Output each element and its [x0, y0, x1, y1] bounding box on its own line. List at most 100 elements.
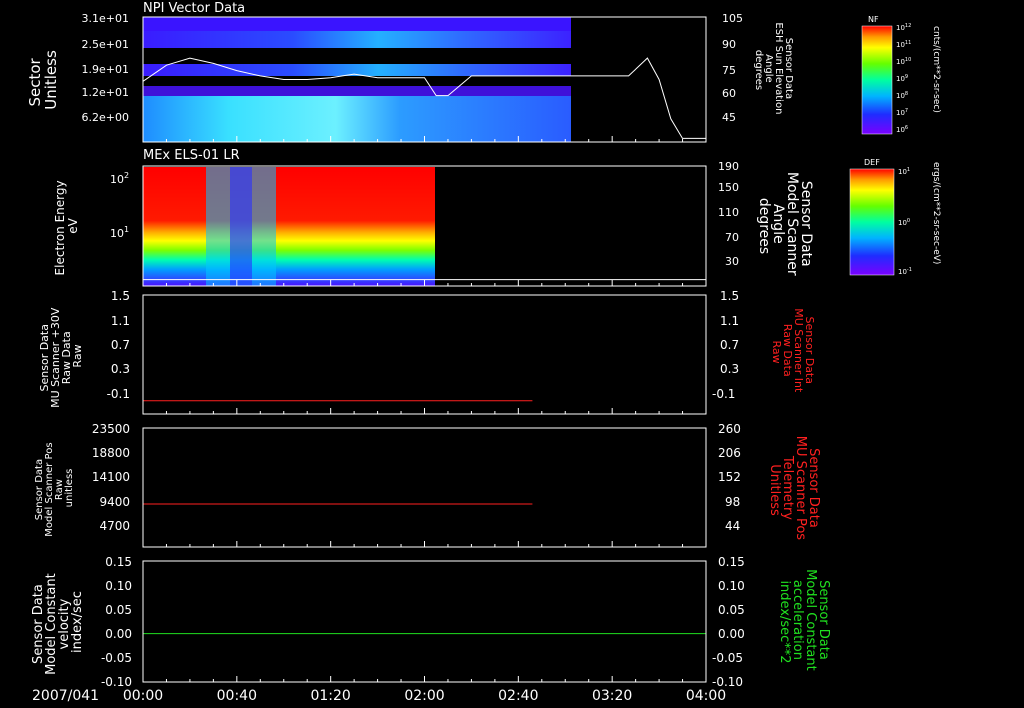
- els-gap-core: [230, 167, 252, 286]
- tick-label: 0.05: [718, 603, 745, 617]
- tick-label: 75: [722, 64, 736, 77]
- panel-mu-scanner-30v: Sensor Data MU Scanner +30V Raw Data Raw…: [38, 289, 816, 415]
- els-heatmap: [143, 167, 435, 286]
- colorbar-unit: cnts/(cm**2-sr-sec): [931, 26, 941, 113]
- time-tick-label: 03:20: [592, 688, 632, 704]
- panel-els: MEx ELS-01 LR Electron Energy eV 102 101…: [53, 148, 814, 287]
- tick-label: 0.15: [105, 555, 132, 569]
- tick-label: 30: [725, 255, 739, 268]
- tick-label: 0.05: [105, 603, 132, 617]
- tick-label: 100: [898, 218, 910, 227]
- tick-label: 101: [898, 167, 910, 176]
- colorbar-label: NF: [868, 15, 879, 24]
- time-tick-label: 04:00: [686, 688, 726, 704]
- tick-label: 108: [896, 91, 908, 100]
- left-ticks: 0.15 0.10 0.05 0.00 -0.05 -0.10: [101, 555, 132, 689]
- left-axis-label: Sensor Data Model Scanner Pos Raw unitle…: [34, 439, 75, 536]
- tick-label: 0.10: [105, 579, 132, 593]
- date-label: 2007/041: [32, 688, 99, 704]
- panel-npi: NPI Vector Data Sector Unitless 3.1e+01 …: [26, 1, 794, 143]
- tick-label: 18800: [92, 446, 130, 460]
- right-axis-label: Sensor Data Model Scanner Angle degrees: [756, 172, 814, 280]
- npi-band-5: [143, 86, 571, 96]
- tick-label: 190: [718, 160, 739, 173]
- els-spectrogram: [143, 167, 435, 286]
- colorbar-ticks: 101 100 10-1: [898, 167, 912, 276]
- tick-label: -0.05: [712, 651, 743, 665]
- left-ticks: 23500 18800 14100 9400 4700: [92, 422, 130, 533]
- npi-band-top: [143, 17, 571, 31]
- tick-label: 152: [718, 470, 741, 484]
- tick-label: 1.1: [111, 314, 130, 328]
- tick-label: 6.2e+00: [82, 111, 129, 124]
- plot-frame: [142, 560, 707, 683]
- colorbar: [849, 168, 895, 276]
- tick-label: 150: [718, 181, 739, 194]
- left-ticks: 3.1e+01 2.5e+01 1.9e+01 1.2e+01 6.2e+00: [82, 12, 129, 124]
- left-axis-label: Sector Unitless: [26, 50, 60, 110]
- left-ticks: 102 101: [110, 171, 129, 240]
- tick-label: -0.05: [101, 651, 132, 665]
- right-axis-label: Sensor Data ESH Sun Elevation Angle degr…: [753, 22, 794, 117]
- tick-label: 3.1e+01: [82, 12, 129, 25]
- plot-frame: [142, 294, 707, 415]
- tick-label: 0.3: [111, 362, 130, 376]
- panel-model-constant: Sensor Data Model Constant velocity inde…: [31, 555, 831, 689]
- left-axis-label: Electron Energy eV: [53, 177, 80, 276]
- tick-label: 70: [725, 231, 739, 244]
- tick-label: 98: [725, 495, 740, 509]
- tick-label: 90: [722, 38, 736, 51]
- tick-label: 0.7: [720, 338, 739, 352]
- tick-label: 0.7: [111, 338, 130, 352]
- tick-label: 1012: [896, 23, 911, 32]
- time-tick-label: 02:00: [404, 688, 444, 704]
- colorbar-def: DEF 101 100 10-1 ergs/(cm**2-sr-sec-eV): [849, 158, 941, 276]
- npi-band-4: [143, 96, 571, 142]
- npi-band-2: [143, 31, 571, 48]
- tick-label: 102: [110, 171, 129, 186]
- tick-label: 23500: [92, 422, 130, 436]
- panel-title: NPI Vector Data: [143, 1, 245, 16]
- tick-label: -0.10: [712, 675, 743, 689]
- tick-label: 0.3: [720, 362, 739, 376]
- tick-label: 45: [722, 111, 736, 124]
- colorbar-label: DEF: [864, 158, 880, 167]
- panel-scanner-pos: Sensor Data Model Scanner Pos Raw unitle…: [34, 422, 821, 548]
- panel-title: MEx ELS-01 LR: [143, 148, 240, 163]
- tick-label: 1.5: [111, 289, 130, 303]
- tick-label: 0.10: [718, 579, 745, 593]
- right-axis-label: Sensor Data Model Constant acceleration …: [777, 569, 831, 675]
- tick-label: 1010: [896, 57, 911, 66]
- colorbar-ticks: 1012 1011 1010 109 108 107 106: [896, 23, 911, 134]
- time-tick-label: 00:40: [217, 688, 257, 704]
- tick-label: 1011: [896, 40, 911, 49]
- tick-label: 110: [718, 206, 739, 219]
- right-ticks: 190 150 110 70 30: [718, 160, 739, 268]
- tick-label: -0.1: [107, 387, 130, 401]
- tick-label: 109: [896, 74, 908, 83]
- time-tick-label: 02:40: [498, 688, 538, 704]
- tick-label: 1.1: [720, 314, 739, 328]
- tick-label: -0.10: [101, 675, 132, 689]
- tick-label: 2.5e+01: [82, 38, 129, 51]
- tick-label: 206: [718, 446, 741, 460]
- npi-heatmap: [143, 17, 571, 142]
- right-axis-label: Sensor Data MU Scanner Pos Telemetry Uni…: [767, 436, 821, 544]
- right-axis-label: Sensor Data MU Scanner Int Raw Data Raw: [770, 308, 816, 396]
- tick-label: 1.5: [720, 289, 739, 303]
- tick-label: 260: [718, 422, 741, 436]
- right-ticks: 260 206 152 98 44: [718, 422, 741, 533]
- right-ticks: 1.5 1.1 0.7 0.3 -0.1: [712, 289, 739, 401]
- tick-label: 60: [722, 87, 736, 100]
- right-ticks: 0.15 0.10 0.05 0.00 -0.05 -0.10: [712, 555, 745, 689]
- colorbar: [861, 25, 893, 135]
- tick-label: 1.9e+01: [82, 63, 129, 76]
- left-axis-label: Sensor Data Model Constant velocity inde…: [31, 569, 85, 675]
- left-ticks: 1.5 1.1 0.7 0.3 -0.1: [107, 289, 130, 401]
- tick-label: 106: [896, 125, 908, 134]
- time-tick-label: 01:20: [310, 688, 350, 704]
- tick-label: 0.00: [105, 627, 132, 641]
- time-tick-labels: 00:00 00:40 01:20 02:00 02:40 03:20 04:00: [123, 688, 726, 704]
- colorbar-unit: ergs/(cm**2-sr-sec-eV): [931, 162, 941, 264]
- tick-label: 107: [896, 108, 908, 117]
